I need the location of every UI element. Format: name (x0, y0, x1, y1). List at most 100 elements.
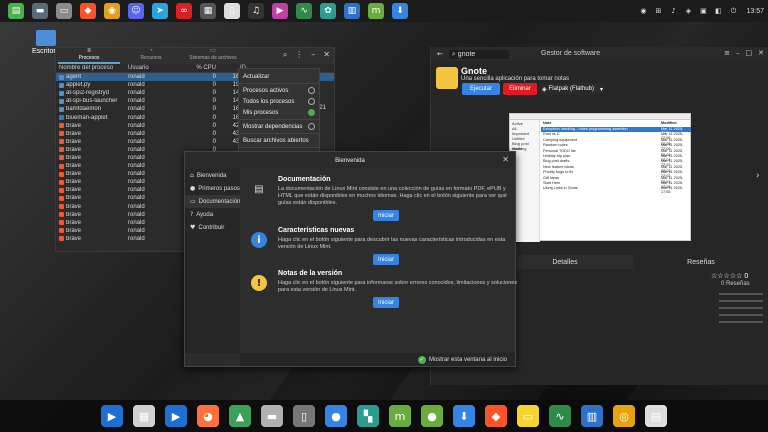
menu-item[interactable]: Buscar archivos abiertos (239, 135, 319, 146)
launch-button[interactable]: Iniciar (373, 254, 399, 265)
menu-icon[interactable]: ≡ (724, 49, 730, 57)
updates-tray-icon[interactable]: ▣ (698, 6, 708, 16)
mint-welcome-dock-icon[interactable]: ● (421, 405, 443, 427)
software-center-icon[interactable]: ⬇ (392, 3, 408, 19)
radio-button[interactable] (308, 123, 315, 130)
workspaces-icon[interactable]: ▚ (357, 405, 379, 427)
back-arrow-icon[interactable]: ← (437, 50, 443, 58)
sidebar-item-documentación[interactable]: ▭ Documentación (185, 195, 240, 208)
archive-icon[interactable]: ▬ (261, 405, 283, 427)
maximize-icon[interactable]: □ (746, 49, 753, 57)
remove-button[interactable]: Eliminar (503, 83, 537, 95)
menu-item-label: Buscar archivos abiertos (243, 137, 309, 144)
power-tray-icon[interactable]: ⏻ (728, 6, 738, 16)
sidebar-item-contribuir[interactable]: ♥ Contribuir (185, 221, 240, 234)
creative-cloud-icon[interactable]: ∞ (176, 3, 192, 19)
menu-item[interactable]: Mostrar dependencias (239, 121, 319, 132)
trash-icon[interactable]: ▯ (293, 405, 315, 427)
tab-procesos[interactable]: ≡ Procesos (58, 48, 120, 64)
audio-tray-icon[interactable]: ♪ (668, 6, 678, 16)
launch-button[interactable]: Iniciar (373, 297, 399, 308)
menu-item[interactable]: Actualizar (239, 71, 319, 82)
show-desktop-icon[interactable]: ▬ (32, 3, 48, 19)
text-editor-dock-icon[interactable]: ▤ (645, 405, 667, 427)
sidebar-item-primeros-pasos[interactable]: ● Primeros pasos (185, 182, 240, 195)
tab-sistemas-de-archivos[interactable]: ▭ Sistemas de archivos (182, 48, 244, 64)
minimize-icon[interactable]: – (736, 49, 740, 57)
mint-update-icon[interactable]: m (368, 3, 384, 19)
launch-button[interactable]: Ejecutar (462, 83, 500, 95)
info-icon: i (251, 232, 267, 248)
sidebar-item-bienvenida[interactable]: ⌂ Bienvenida (185, 169, 240, 182)
media-icon[interactable]: ▶ (165, 405, 187, 427)
search-input[interactable]: ⌕ gnote (448, 49, 509, 59)
sidebar-item-ayuda[interactable]: ? Ayuda (185, 208, 240, 221)
tab-details[interactable]: Detalles (497, 255, 633, 269)
mint-update-dock-icon[interactable]: m (389, 405, 411, 427)
shield-tray-icon[interactable]: ◈ (683, 6, 693, 16)
menu-item-label: Todos los procesos (243, 98, 295, 105)
system-tray: ◉ ⊞ ♪ ◈ ▣ ◧ ⏻ 13:57 (638, 0, 764, 22)
minimize-icon[interactable]: – (311, 50, 315, 60)
radio-button[interactable] (308, 87, 315, 94)
close-icon[interactable]: ✕ (758, 49, 764, 57)
firefox-icon[interactable]: ◕ (197, 405, 219, 427)
settings-icon[interactable]: ✿ (320, 3, 336, 19)
calendar-icon[interactable]: ▦ (133, 405, 155, 427)
process-name: applet.py (66, 82, 91, 89)
close-icon[interactable]: ✕ (323, 50, 330, 60)
menu-item[interactable]: Todos los procesos (239, 96, 319, 107)
chat-icon[interactable]: ● (325, 405, 347, 427)
notes-dock-icon[interactable]: ▭ (517, 405, 539, 427)
notifications-tray-icon[interactable]: ◧ (713, 6, 723, 16)
video-player-icon[interactable]: ▶ (101, 405, 123, 427)
network-tray-icon[interactable]: ⊞ (653, 6, 663, 16)
tab-recursos[interactable]: ◔ Recursos (120, 48, 182, 64)
screenshot-note-row: Gift ideas Mar 11 2025, 22:01 (541, 176, 691, 184)
search-icon[interactable]: ⌕ (283, 50, 287, 60)
menu-item[interactable]: Procesos activos (239, 85, 319, 96)
radio-button[interactable] (308, 109, 315, 116)
backup-dock-icon[interactable]: ◎ (613, 405, 635, 427)
launch-button[interactable]: Iniciar (373, 210, 399, 221)
software-dock-icon[interactable]: ⬇ (453, 405, 475, 427)
office-dock-icon[interactable]: ▥ (581, 405, 603, 427)
office-icon[interactable]: ▥ (344, 3, 360, 19)
tab-reviews[interactable]: Reseñas (633, 255, 768, 269)
chrome-tray-icon[interactable]: ◉ (638, 6, 648, 16)
column-header[interactable]: % CPU (186, 65, 216, 71)
source-dropdown[interactable]: ◈ Flatpak (Flathub) ▾ (539, 83, 605, 95)
image-viewer-icon[interactable]: ▲ (229, 405, 251, 427)
system-monitor-icon[interactable]: ∿ (296, 3, 312, 19)
desktop-folder-icon[interactable] (36, 30, 56, 46)
checkbox-checked-icon[interactable]: ✓ (417, 355, 426, 364)
note-date: Mar 11 2025, 22:02 (661, 170, 684, 179)
clock[interactable]: 13:57 (746, 8, 764, 15)
menu-item[interactable]: Mis procesos (239, 107, 319, 118)
brave-dock-icon[interactable]: ◆ (485, 405, 507, 427)
menu-icon[interactable]: ▤ (8, 3, 24, 19)
startup-toggle[interactable]: ✓ Mostrar esta ventana al inicio (240, 353, 515, 366)
files-icon[interactable]: ▭ (56, 3, 72, 19)
column-header[interactable]: Usuario (128, 65, 186, 71)
calculator-icon[interactable]: ▦ (200, 3, 216, 19)
close-icon[interactable]: ✕ (502, 155, 509, 164)
telegram-icon[interactable]: ➤ (152, 3, 168, 19)
document-viewer-icon[interactable]: ▯ (224, 3, 240, 19)
column-header[interactable]: Nombre del proceso (56, 65, 128, 71)
process-name-cell: brave (56, 179, 128, 185)
process-icon (59, 115, 64, 121)
discord-icon[interactable]: ☺ (128, 3, 144, 19)
menu-separator (239, 147, 319, 148)
system-monitor-dock-icon[interactable]: ∿ (549, 405, 571, 427)
note-date: Mar 11 2025, 22:03 (661, 164, 684, 173)
section-text: Haga clic en el botón siguiente para inf… (278, 280, 518, 293)
radio-button[interactable] (308, 98, 315, 105)
audio-icon[interactable]: ♫ (248, 3, 264, 19)
kebab-menu-icon[interactable]: ⋮ (295, 50, 303, 60)
section-heading: Documentación (278, 176, 331, 183)
brave-icon[interactable]: ◆ (80, 3, 96, 19)
media-player-icon[interactable]: ▶ (272, 3, 288, 19)
chrome-icon[interactable]: ◉ (104, 3, 120, 19)
screenshot-next-arrow[interactable]: › (756, 171, 760, 181)
